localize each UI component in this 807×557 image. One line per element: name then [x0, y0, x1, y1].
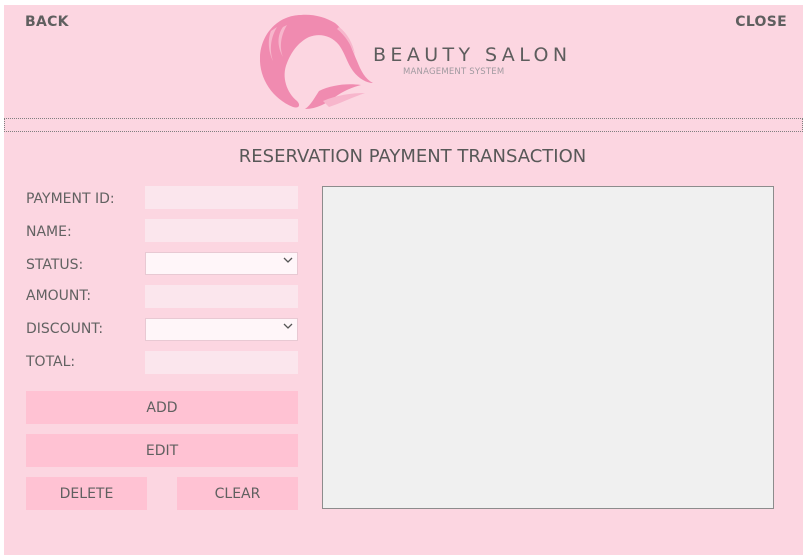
- brand-title: BEAUTY SALON: [373, 44, 572, 66]
- total-label: TOTAL:: [26, 354, 76, 370]
- payment-transaction-window: BACK CLOSE BEAUTY SALON MANAGEMENT SYSTE…: [4, 5, 803, 555]
- chevron-down-icon: [283, 257, 293, 263]
- name-field[interactable]: [145, 219, 298, 242]
- add-button[interactable]: ADD: [26, 391, 298, 424]
- amount-label: AMOUNT:: [26, 288, 92, 304]
- header-divider: [4, 118, 803, 132]
- page-title: RESERVATION PAYMENT TRANSACTION: [238, 146, 587, 167]
- clear-button[interactable]: CLEAR: [177, 477, 298, 510]
- discount-label: DISCOUNT:: [26, 321, 104, 337]
- close-button[interactable]: CLOSE: [735, 14, 787, 30]
- delete-button[interactable]: DELETE: [26, 477, 147, 510]
- edit-button[interactable]: EDIT: [26, 434, 298, 467]
- status-label: STATUS:: [26, 257, 84, 273]
- payment-records-grid[interactable]: [322, 186, 774, 509]
- discount-select[interactable]: [145, 318, 298, 341]
- payment-id-field[interactable]: [145, 186, 298, 209]
- chevron-down-icon: [283, 323, 293, 329]
- status-select[interactable]: [145, 252, 298, 275]
- back-button[interactable]: BACK: [25, 14, 69, 30]
- salon-logo-icon: [259, 14, 373, 109]
- payment-id-label: PAYMENT ID:: [26, 191, 115, 207]
- name-label: NAME:: [26, 224, 72, 240]
- brand-subtitle: MANAGEMENT SYSTEM: [403, 67, 505, 77]
- total-field[interactable]: [145, 351, 298, 374]
- amount-field[interactable]: [145, 285, 298, 308]
